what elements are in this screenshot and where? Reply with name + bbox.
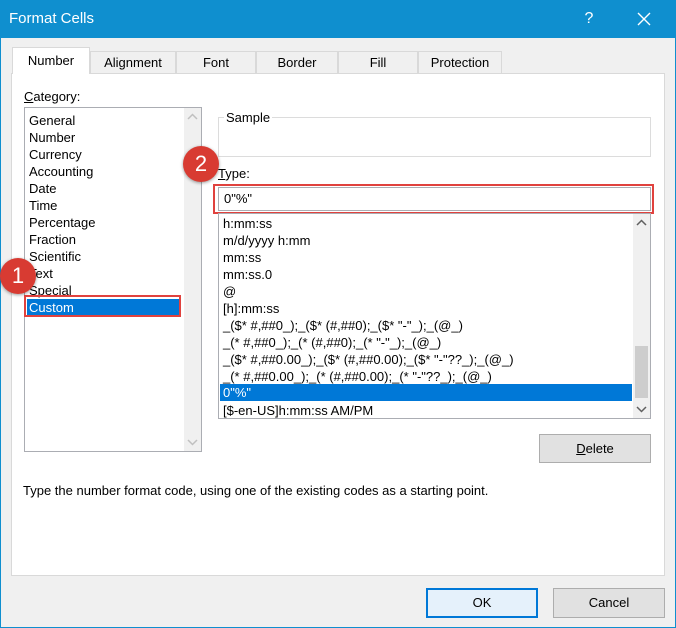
- sample-label: Sample: [224, 110, 273, 125]
- cancel-button[interactable]: Cancel: [553, 588, 665, 618]
- category-item-accounting[interactable]: Accounting: [29, 163, 93, 180]
- format-scrollbar[interactable]: [633, 214, 650, 418]
- category-item-general[interactable]: General: [29, 112, 75, 129]
- category-label: Category:: [24, 89, 81, 104]
- type-label: Type:: [218, 166, 250, 181]
- delete-button[interactable]: Delete: [539, 434, 651, 463]
- scroll-down-icon[interactable]: [184, 434, 201, 451]
- close-button[interactable]: [626, 6, 662, 32]
- tab-fill[interactable]: Fill: [338, 51, 418, 73]
- scroll-up-icon[interactable]: [633, 214, 650, 231]
- format-item[interactable]: _($* #,##0_);_($* (#,##0);_($* "-"_);_(@…: [223, 317, 463, 334]
- custom-highlight-box: [24, 295, 181, 317]
- category-item-date[interactable]: Date: [29, 180, 56, 197]
- tab-number[interactable]: Number: [12, 47, 90, 74]
- format-item[interactable]: [h]:mm:ss: [223, 300, 279, 317]
- format-item[interactable]: _(* #,##0_);_(* (#,##0);_(* "-"_);_(@_): [223, 334, 441, 351]
- tab-alignment[interactable]: Alignment: [90, 51, 176, 73]
- format-item-selected[interactable]: 0"%": [220, 384, 632, 401]
- category-item-scientific[interactable]: Scientific: [29, 248, 81, 265]
- format-item[interactable]: @: [223, 283, 236, 300]
- close-icon: [637, 12, 651, 26]
- tab-border[interactable]: Border: [256, 51, 338, 73]
- window-title: Format Cells: [9, 10, 95, 27]
- scrollbar-thumb[interactable]: [635, 346, 648, 398]
- format-code-list[interactable]: h:mm:ss m/d/yyyy h:mm mm:ss mm:ss.0 @ [h…: [218, 213, 651, 419]
- scroll-up-icon[interactable]: [184, 108, 201, 125]
- format-item[interactable]: h:mm:ss: [223, 215, 272, 232]
- tab-font[interactable]: Font: [176, 51, 256, 73]
- title-bar: Format Cells ?: [0, 0, 676, 38]
- category-item-currency[interactable]: Currency: [29, 146, 82, 163]
- format-item[interactable]: mm:ss.0: [223, 266, 272, 283]
- tab-protection[interactable]: Protection: [418, 51, 502, 73]
- help-button[interactable]: ?: [574, 6, 604, 32]
- format-item[interactable]: mm:ss: [223, 249, 261, 266]
- format-item[interactable]: _($* #,##0.00_);_($* (#,##0.00);_($* "-"…: [223, 351, 514, 368]
- category-item-number[interactable]: Number: [29, 129, 75, 146]
- scroll-down-icon[interactable]: [633, 401, 650, 418]
- format-item[interactable]: [$-en-US]h:mm:ss AM/PM: [223, 402, 373, 418]
- format-item[interactable]: _(* #,##0.00_);_(* (#,##0.00);_(* "-"??_…: [223, 368, 492, 385]
- callout-badge-2: 2: [183, 146, 219, 182]
- description-text: Type the number format code, using one o…: [23, 483, 489, 498]
- sample-box: [218, 117, 651, 157]
- category-item-time[interactable]: Time: [29, 197, 57, 214]
- category-item-percentage[interactable]: Percentage: [29, 214, 96, 231]
- format-item[interactable]: m/d/yyyy h:mm: [223, 232, 310, 249]
- callout-badge-1: 1: [0, 258, 36, 294]
- category-list[interactable]: General Number Currency Accounting Date …: [24, 107, 202, 452]
- ok-button[interactable]: OK: [426, 588, 538, 618]
- category-item-fraction[interactable]: Fraction: [29, 231, 76, 248]
- type-highlight-box: [213, 184, 654, 214]
